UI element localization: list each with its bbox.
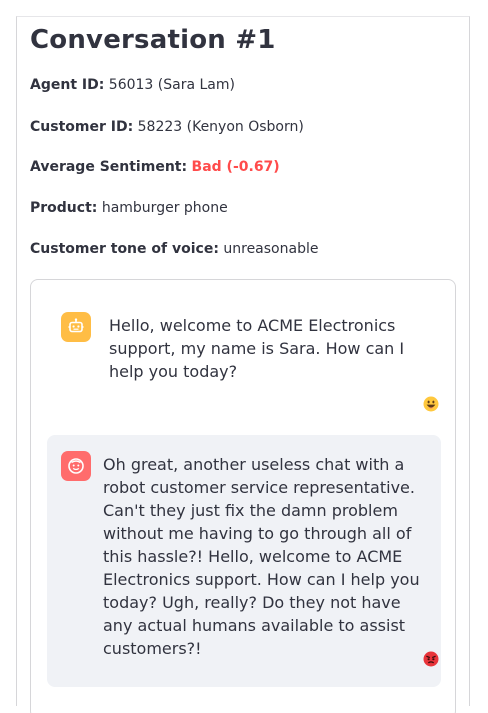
grinning-face-icon — [423, 396, 439, 412]
customer-id-row: Customer ID: 58223 (Kenyon Osborn) — [30, 117, 304, 137]
chat-transcript[interactable]: Hello, welcome to ACME Electronics suppo… — [30, 279, 456, 713]
robot-icon-glyph — [68, 318, 84, 333]
angry-face-icon — [61, 451, 91, 481]
average-sentiment-label: Average Sentiment: — [30, 159, 188, 175]
tone-value: unreasonable — [223, 241, 319, 257]
user-face-glyph — [68, 458, 84, 474]
product-row: Product: hamburger phone — [30, 198, 228, 218]
agent-id-row: Agent ID: 56013 (Sara Lam) — [30, 75, 235, 95]
customer-id-label: Customer ID: — [30, 119, 134, 135]
conversation-title: Conversation #1 — [30, 25, 276, 55]
average-sentiment-value: Bad (-0.67) — [191, 159, 280, 175]
tone-row: Customer tone of voice: unreasonable — [30, 239, 318, 259]
chat-message-text: Hello, welcome to ACME Electronics suppo… — [109, 316, 405, 381]
robot-icon — [61, 312, 91, 342]
chat-message-user: Oh great, another useless chat with a ro… — [47, 435, 441, 687]
customer-id-value: 58223 (Kenyon Osborn) — [137, 119, 304, 135]
average-sentiment-row: Average Sentiment: Bad (-0.67) — [30, 157, 280, 177]
product-value: hamburger phone — [101, 200, 228, 216]
agent-id-label: Agent ID: — [30, 77, 105, 93]
conversation-content: Conversation #1 — [30, 20, 458, 60]
angry-face-icon — [423, 651, 439, 667]
product-label: Product: — [30, 200, 98, 216]
chat-message-assistant: Hello, welcome to ACME Electronics suppo… — [47, 296, 441, 428]
agent-id-value: 56013 (Sara Lam) — [108, 77, 235, 93]
tone-label: Customer tone of voice: — [30, 241, 219, 257]
chat-message-text: Oh great, another useless chat with a ro… — [103, 455, 420, 658]
